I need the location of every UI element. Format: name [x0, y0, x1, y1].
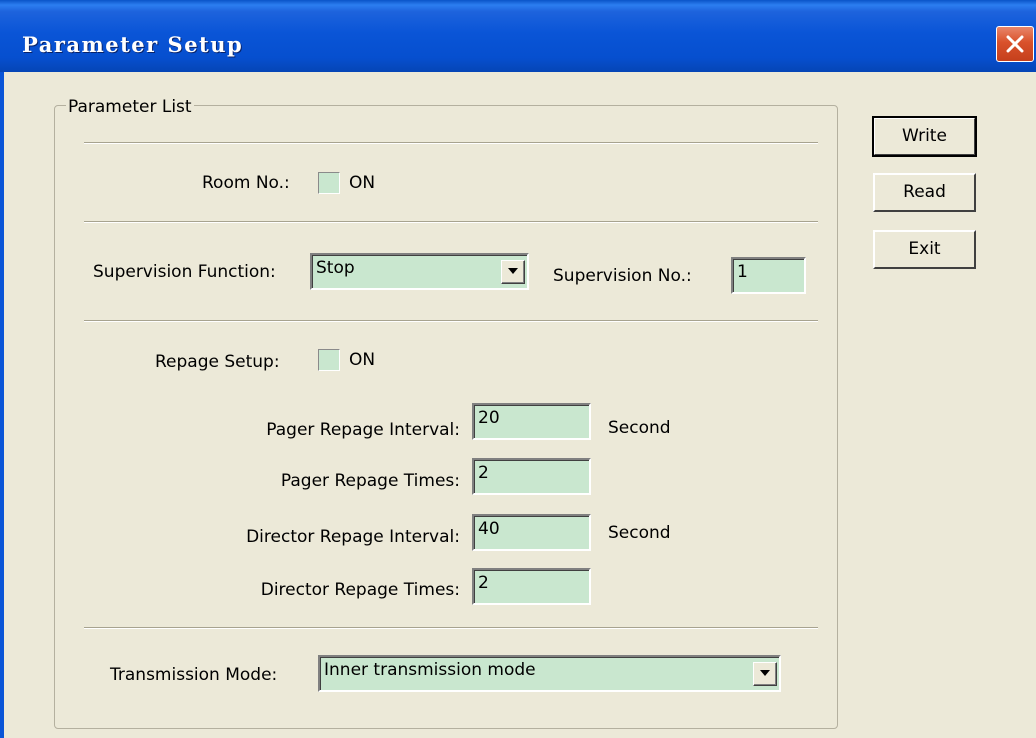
director-repage-times-input[interactable]: 2 [472, 568, 591, 605]
supervision-function-select[interactable]: Stop [310, 253, 529, 290]
transmission-mode-label: Transmission Mode: [110, 665, 278, 685]
exit-button[interactable]: Exit [873, 230, 976, 269]
transmission-mode-value: Inner transmission mode [324, 660, 536, 680]
director-repage-times-label: Director Repage Times: [260, 580, 460, 600]
room-no-checkbox[interactable] [318, 172, 340, 194]
pager-repage-interval-label: Pager Repage Interval: [266, 420, 460, 440]
transmission-mode-select[interactable]: Inner transmission mode [318, 655, 781, 692]
close-button[interactable] [996, 26, 1034, 62]
window-border [0, 72, 4, 738]
repage-setup-checkbox-label: ON [349, 350, 376, 370]
separator [84, 142, 818, 144]
repage-setup-checkbox[interactable] [318, 349, 340, 371]
supervision-function-value: Stop [316, 258, 355, 278]
close-icon [1006, 35, 1024, 53]
repage-setup-label: Repage Setup: [155, 352, 280, 372]
parameter-list-group [54, 105, 838, 729]
pager-repage-times-input[interactable]: 2 [472, 458, 591, 495]
group-title: Parameter List [66, 97, 194, 117]
read-button[interactable]: Read [873, 173, 976, 212]
separator [84, 627, 818, 629]
room-no-checkbox-label: ON [349, 173, 376, 193]
director-repage-interval-input[interactable]: 40 [472, 514, 591, 551]
director-repage-interval-unit: Second [608, 523, 671, 543]
supervision-function-label: Supervision Function: [93, 262, 276, 282]
pager-repage-times-label: Pager Repage Times: [280, 471, 460, 491]
title-bar[interactable]: Parameter Setup [0, 0, 1036, 72]
transmission-mode-dropdown-button[interactable] [753, 662, 777, 686]
pager-repage-interval-input[interactable]: 20 [472, 403, 591, 440]
window-title: Parameter Setup [22, 32, 244, 57]
chevron-down-icon [760, 670, 770, 676]
director-repage-interval-label: Director Repage Interval: [246, 527, 460, 547]
separator [84, 221, 818, 223]
separator [84, 320, 818, 322]
pager-repage-interval-unit: Second [608, 418, 671, 438]
supervision-no-label: Supervision No.: [553, 266, 692, 286]
supervision-function-dropdown-button[interactable] [501, 260, 525, 284]
write-button[interactable]: Write [873, 117, 976, 156]
room-no-label: Room No.: [202, 173, 290, 193]
supervision-no-input[interactable]: 1 [731, 257, 806, 294]
chevron-down-icon [508, 268, 518, 274]
